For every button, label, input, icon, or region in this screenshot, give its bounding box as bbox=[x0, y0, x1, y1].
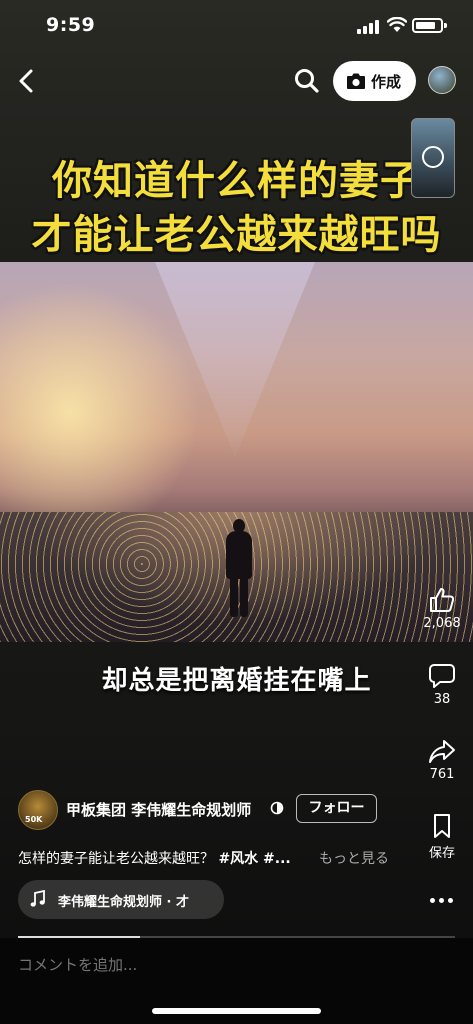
music-pill[interactable]: 李伟耀生命规划师 · 才 bbox=[18, 880, 224, 919]
like-count: 2,068 bbox=[423, 616, 461, 631]
comment-bubble-icon bbox=[429, 664, 455, 688]
status-bar: 9:59 bbox=[0, 0, 473, 54]
create-label: 作成 bbox=[371, 73, 402, 91]
save-button[interactable]: 保存 bbox=[416, 812, 468, 861]
comment-button[interactable]: 38 bbox=[416, 662, 468, 707]
sun-glow bbox=[0, 282, 200, 542]
comment-count: 38 bbox=[433, 692, 451, 707]
video-title-line-2: 才能让老公越来越旺吗 bbox=[31, 212, 442, 258]
author-name[interactable]: 甲板集团 李伟耀生命规划师 bbox=[66, 799, 251, 820]
follow-button[interactable]: フォロー bbox=[296, 794, 377, 823]
status-time: 9:59 bbox=[46, 14, 96, 36]
picture-in-picture-thumbnail[interactable] bbox=[411, 118, 455, 198]
video-caption[interactable]: 怎样的妻子能让老公越来越旺？ #风水 #... bbox=[18, 848, 291, 868]
reels-viewer: 9:59 作成 你知道什么样的妻子 才能让老公越来越旺吗 却总是把离婚挂在嘴上 … bbox=[0, 0, 473, 1024]
battery-tip bbox=[444, 23, 447, 28]
caption-text: 怎样的妻子能让老公越来越旺？ bbox=[18, 851, 214, 867]
thumbs-up-icon bbox=[430, 588, 455, 612]
create-button[interactable]: 作成 bbox=[333, 61, 416, 101]
profile-avatar[interactable] bbox=[428, 66, 456, 94]
verified-icon bbox=[270, 801, 284, 815]
video-subtitle: 却总是把离婚挂在嘴上 bbox=[101, 666, 372, 696]
share-button[interactable]: 761 bbox=[416, 737, 468, 782]
author-avatar[interactable]: 50K bbox=[18, 790, 58, 830]
back-button[interactable] bbox=[12, 64, 42, 98]
bookmark-icon bbox=[434, 814, 450, 838]
like-button[interactable]: 2,068 bbox=[416, 586, 468, 631]
home-indicator[interactable] bbox=[152, 1008, 321, 1014]
search-icon[interactable] bbox=[292, 66, 322, 96]
more-options-icon[interactable] bbox=[428, 890, 456, 910]
caption-hashtags[interactable]: #风水 #... bbox=[218, 851, 290, 867]
cellular-signal-icon bbox=[357, 20, 379, 34]
share-arrow-icon bbox=[429, 740, 455, 763]
video-frame[interactable] bbox=[0, 262, 473, 642]
share-count: 761 bbox=[429, 767, 455, 782]
see-more-link[interactable]: もっと見る bbox=[319, 848, 389, 868]
music-note-icon bbox=[30, 890, 45, 907]
standing-figure bbox=[222, 519, 256, 617]
video-title-overlay: 你知道什么样的妻子 才能让老公越来越旺吗 bbox=[0, 140, 473, 262]
comment-input[interactable] bbox=[18, 953, 398, 977]
music-label: 李伟耀生命规划师 · 才 bbox=[58, 895, 189, 910]
save-label: 保存 bbox=[428, 846, 455, 861]
camera-icon bbox=[347, 73, 365, 89]
video-title-line-1: 你知道什么样的妻子 bbox=[52, 158, 421, 204]
record-ring-icon bbox=[422, 146, 444, 168]
wifi-icon bbox=[387, 17, 407, 32]
battery-icon bbox=[412, 18, 443, 33]
author-avatar-badge: 50K bbox=[25, 815, 43, 824]
